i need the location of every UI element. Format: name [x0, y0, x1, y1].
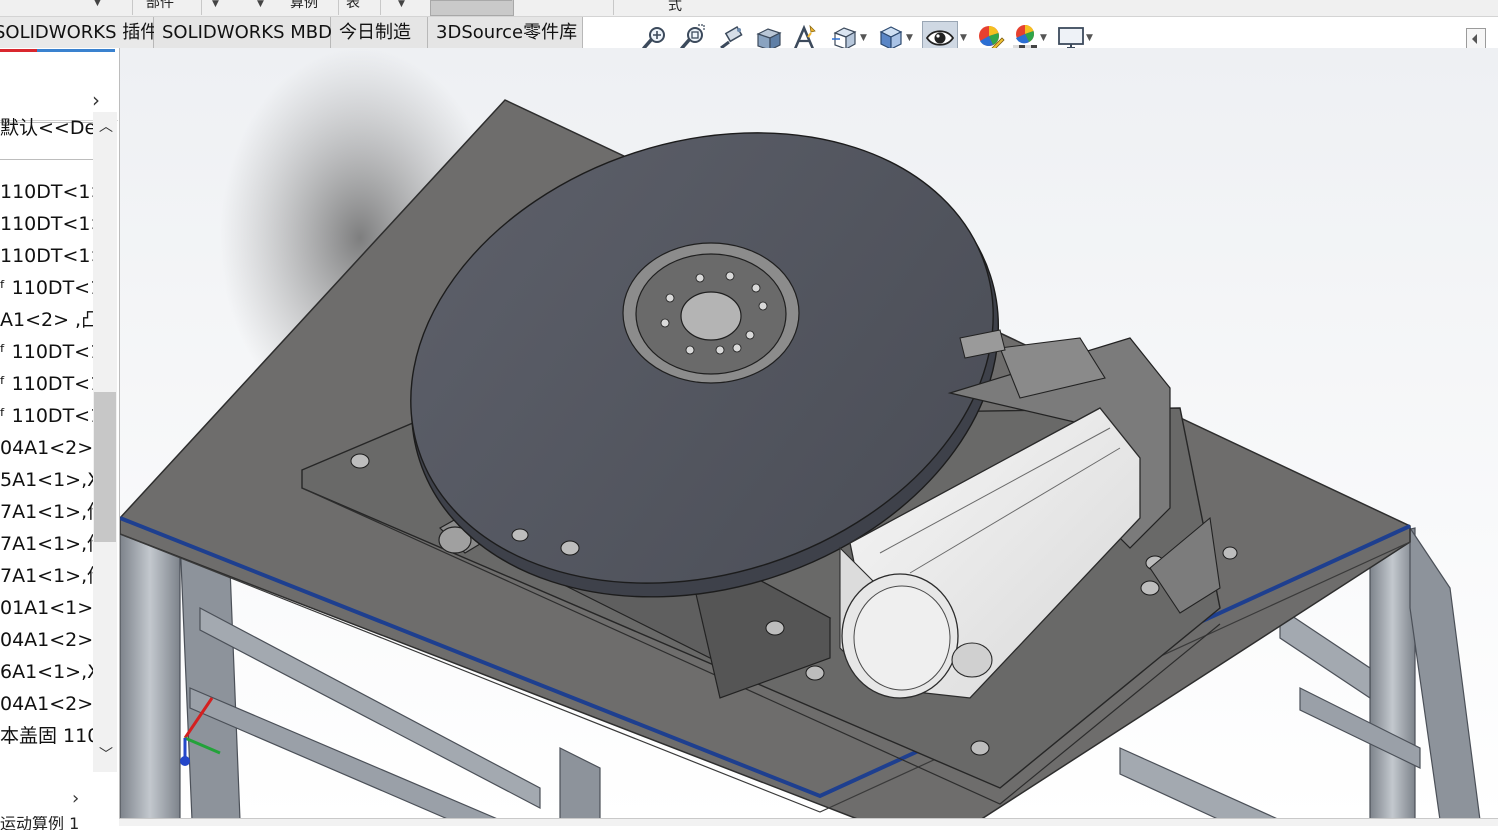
dropdown-caret-icon[interactable]: ▼ — [960, 33, 970, 43]
tab-3dsource-library[interactable]: 3DSource零件库 — [428, 17, 583, 48]
tree-item[interactable]: 04A1<2>,X — [0, 688, 93, 720]
tree-config-item[interactable]: 默认<<Def — [0, 112, 93, 144]
chevron-down-icon[interactable]: ﹀ — [99, 744, 113, 764]
menu-item-label: 算例 — [290, 0, 318, 11]
tree-item[interactable]: 5A1<1>,X — [0, 464, 93, 496]
menu-item-study[interactable]: 算例 — [282, 0, 339, 15]
tree-item[interactable]: ᶠ 110DT<1: — [0, 336, 93, 368]
menu-strip-cell: ▼ — [0, 0, 133, 15]
feature-tree: 默认<<Def 110DT<1>, 110DT<1>, 110DT<1>, ᶠ … — [0, 112, 93, 772]
menu-item-table[interactable]: 表 — [338, 0, 381, 15]
menu-item-formula[interactable]: 式 — [668, 0, 682, 15]
menu-strip-cell — [512, 0, 614, 15]
menu-item-label: 表 — [346, 0, 360, 11]
tree-item[interactable]: 7A1<1>,传 — [0, 528, 93, 560]
dropdown-caret-icon[interactable]: ▼ — [398, 0, 405, 9]
graphics-viewport[interactable] — [119, 48, 1498, 821]
assembly-model-render — [119, 48, 1498, 821]
tab-indicator — [37, 49, 115, 52]
chevron-right-icon[interactable]: › — [92, 88, 100, 112]
tree-item[interactable]: 6A1<1>,X — [0, 656, 93, 688]
tree-item[interactable]: ᶠ 110DT<1: — [0, 368, 93, 400]
dropdown-caret-icon[interactable]: ▼ — [906, 33, 916, 43]
tab-today-manufacturing[interactable]: 今日制造 — [331, 17, 428, 48]
tree-item[interactable]: 7A1<1>,传 — [0, 496, 93, 528]
dropdown-caret-icon[interactable]: ▼ — [1040, 33, 1050, 43]
tree-item[interactable]: 7A1<1>,传 — [0, 560, 93, 592]
menu-item-label: 部件 — [146, 0, 174, 11]
tree-item[interactable]: A1<2> ,凸轮 — [0, 304, 93, 336]
active-menu-tab[interactable] — [430, 0, 514, 16]
tree-item[interactable]: ᶠ 110DT<1: — [0, 400, 93, 432]
dropdown-caret-icon[interactable]: ▼ — [257, 0, 264, 9]
tree-item[interactable]: 110DT<1>, — [0, 208, 93, 240]
tab-solidworks-addins[interactable]: SOLIDWORKS 插件 — [0, 17, 158, 48]
menu-strip: ▼ 部件 ▼ ▼ 算例 表 ▼ 式 — [0, 0, 1498, 17]
tree-item[interactable]: ᶠ 110DT<1: — [0, 272, 93, 304]
collapse-panel-icon[interactable] — [1466, 28, 1486, 50]
tree-item[interactable]: 04A1<2>,X — [0, 432, 93, 464]
motion-study-tab[interactable]: 运动算例 1 — [0, 816, 119, 830]
tree-item[interactable]: 110DT<1>, — [0, 240, 93, 272]
scrollbar-thumb[interactable] — [94, 392, 116, 542]
dropdown-caret-icon[interactable]: ▼ — [860, 33, 870, 43]
tree-item[interactable]: 01A1<1>,X — [0, 592, 93, 624]
menu-item-parts[interactable]: 部件 — [134, 0, 202, 15]
dropdown-caret-icon[interactable]: ▼ — [212, 0, 219, 9]
command-manager-tabs: SOLIDWORKS 插件 SOLIDWORKS MBD 今日制造 3DSour… — [0, 17, 583, 48]
tab-solidworks-mbd[interactable]: SOLIDWORKS MBD — [154, 17, 332, 48]
tree-item[interactable]: 110DT<1>, — [0, 176, 93, 208]
chevron-right-icon[interactable]: › — [72, 788, 79, 809]
tree-vertical-scrollbar[interactable]: ︿ ﹀ — [93, 112, 117, 772]
chevron-up-icon[interactable]: ︿ — [99, 116, 113, 136]
dropdown-caret-icon[interactable]: ▼ — [94, 0, 101, 12]
tree-item[interactable]: 本盖固 110! — [0, 720, 93, 748]
tree-item[interactable]: 04A1<2>,X — [0, 624, 93, 656]
tab-indicator — [0, 49, 37, 52]
dropdown-caret-icon[interactable]: ▼ — [1086, 33, 1096, 43]
